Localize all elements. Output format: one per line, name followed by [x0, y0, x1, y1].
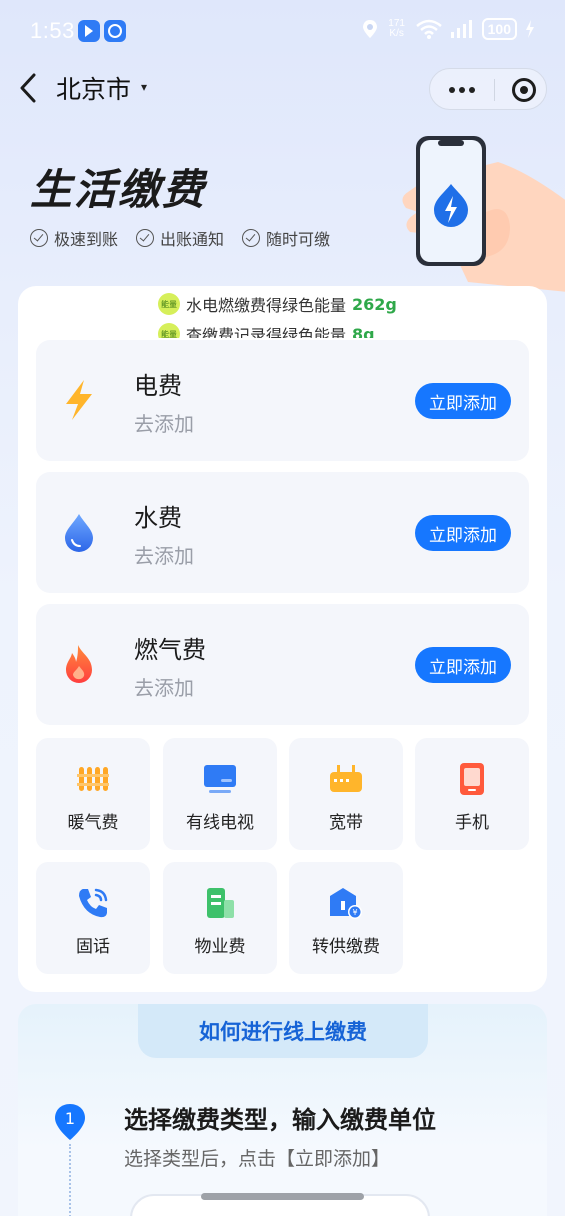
feature-list: 极速到账 出账通知 随时可缴: [30, 226, 330, 250]
more-dot: [469, 87, 475, 93]
check-circle-icon: [30, 229, 48, 247]
navigation-bar: 北京市 ▾: [0, 64, 565, 112]
city-dropdown-caret-icon[interactable]: ▾: [141, 80, 147, 94]
grid-item-broadband[interactable]: 宽带: [289, 738, 403, 850]
check-circle-icon: [242, 229, 261, 247]
ticker-value: 8g: [352, 324, 375, 339]
grid-label: 固话: [76, 937, 110, 957]
bill-row-gas[interactable]: 燃气费 去添加 立即添加: [36, 604, 529, 725]
grid-label: 转供缴费: [312, 937, 380, 957]
back-arrow-icon[interactable]: [14, 70, 44, 106]
grid-item-cable-tv[interactable]: 有线电视: [163, 738, 277, 850]
grid-label: 暖气费: [67, 813, 119, 833]
battery-indicator: 100: [481, 18, 517, 40]
feature-item: 出账通知: [136, 226, 224, 250]
bill-status: 去添加: [134, 676, 194, 700]
add-electricity-button[interactable]: 立即添加: [415, 383, 511, 419]
step-number-pin-icon: 1: [55, 1104, 85, 1140]
step-description: 选择类型后，点击【立即添加】: [124, 1148, 391, 1170]
ticker-value: 262g: [352, 294, 397, 314]
feature-label: 随时可缴: [266, 230, 331, 249]
add-water-button[interactable]: 立即添加: [415, 515, 511, 551]
ticker-text: 水电燃缴费得绿色能量: [186, 296, 347, 315]
mini-program-capsule: [429, 68, 547, 110]
app-notification-icon: [78, 20, 100, 42]
grid-item-heating[interactable]: 暖气费: [36, 738, 150, 850]
home-indicator[interactable]: [201, 1193, 364, 1200]
bill-name: 电费: [134, 372, 182, 400]
check-circle-icon: [136, 229, 155, 247]
payment-guide-card: 如何进行线上缴费 1 选择缴费类型，输入缴费单位 选择类型后，点击【立即添加】: [18, 1004, 547, 1216]
status-indicators: 171 K/s 100: [362, 18, 535, 40]
step-connector-line: [69, 1144, 71, 1216]
grid-label: 宽带: [329, 813, 363, 833]
bill-row-water[interactable]: 水费 去添加 立即添加: [36, 472, 529, 593]
grid-item-transfer-payment[interactable]: ¥ 转供缴费: [289, 862, 403, 974]
bill-status: 去添加: [134, 412, 194, 436]
tv-icon: [204, 765, 236, 793]
heater-icon: [77, 767, 109, 791]
ticker-item: 能量 水电燃缴费得绿色能量 262g: [158, 292, 397, 316]
more-options-button[interactable]: [430, 69, 494, 111]
lightning-icon: [66, 380, 92, 420]
grid-label: 手机: [455, 813, 489, 833]
close-mini-program-button[interactable]: [512, 78, 536, 102]
signal-icon: [450, 20, 472, 38]
energy-badge-icon: 能量: [158, 293, 180, 315]
city-selector[interactable]: 北京市: [56, 70, 131, 106]
network-speed-unit: K/s: [389, 28, 404, 39]
status-bar: 1:53 171 K/s 100: [0, 0, 565, 64]
ticker-item: 能量 查缴费记录得绿色能量 8g: [158, 322, 375, 338]
wifi-icon: [415, 19, 442, 39]
status-time: 1:53: [30, 18, 75, 43]
bill-types-card: 能量 水电燃缴费得绿色能量 262g 能量 查缴费记录得绿色能量 8g 电费 去…: [18, 286, 547, 992]
grid-item-property[interactable]: 物业费: [163, 862, 277, 974]
network-speed: 171 K/s: [386, 19, 408, 39]
energy-badge-icon: 能量: [158, 323, 180, 338]
guide-title: 如何进行线上缴费: [138, 1004, 428, 1058]
feature-label: 极速到账: [54, 230, 119, 249]
water-drop-icon: [65, 514, 93, 552]
energy-ticker: 能量 水电燃缴费得绿色能量 262g 能量 查缴费记录得绿色能量 8g: [18, 286, 547, 338]
bill-name: 水费: [134, 504, 182, 532]
charging-icon: [526, 20, 534, 38]
feature-item: 随时可缴: [242, 226, 330, 250]
app-notification-icon-2: [104, 20, 126, 42]
flame-icon: [66, 645, 92, 683]
grid-label: 物业费: [194, 937, 246, 957]
step-title: 选择缴费类型，输入缴费单位: [124, 1106, 436, 1134]
bill-name: 燃气费: [134, 636, 206, 664]
location-icon: [362, 20, 377, 38]
capsule-divider: [494, 79, 495, 101]
transfer-payment-icon: ¥: [330, 888, 362, 919]
bill-row-electricity[interactable]: 电费 去添加 立即添加: [36, 340, 529, 461]
ticker-text: 查缴费记录得绿色能量: [186, 326, 347, 338]
more-dot: [459, 87, 465, 93]
page-title: 生活缴费: [30, 165, 207, 214]
hand-holding-phone-illustration: [402, 136, 565, 292]
feature-label: 出账通知: [160, 230, 225, 249]
telephone-icon: [79, 888, 108, 918]
grid-item-landline[interactable]: 固话: [36, 862, 150, 974]
svg-text:¥: ¥: [352, 908, 357, 917]
grid-label: 有线电视: [186, 813, 254, 833]
phone-icon: [460, 763, 484, 795]
building-icon: [207, 888, 234, 918]
grid-item-mobile[interactable]: 手机: [415, 738, 529, 850]
more-dot: [449, 87, 455, 93]
router-icon: [330, 765, 362, 792]
add-gas-button[interactable]: 立即添加: [415, 647, 511, 683]
feature-item: 极速到账: [30, 226, 118, 250]
bill-status: 去添加: [134, 544, 194, 568]
step-number: 1: [65, 1109, 75, 1128]
